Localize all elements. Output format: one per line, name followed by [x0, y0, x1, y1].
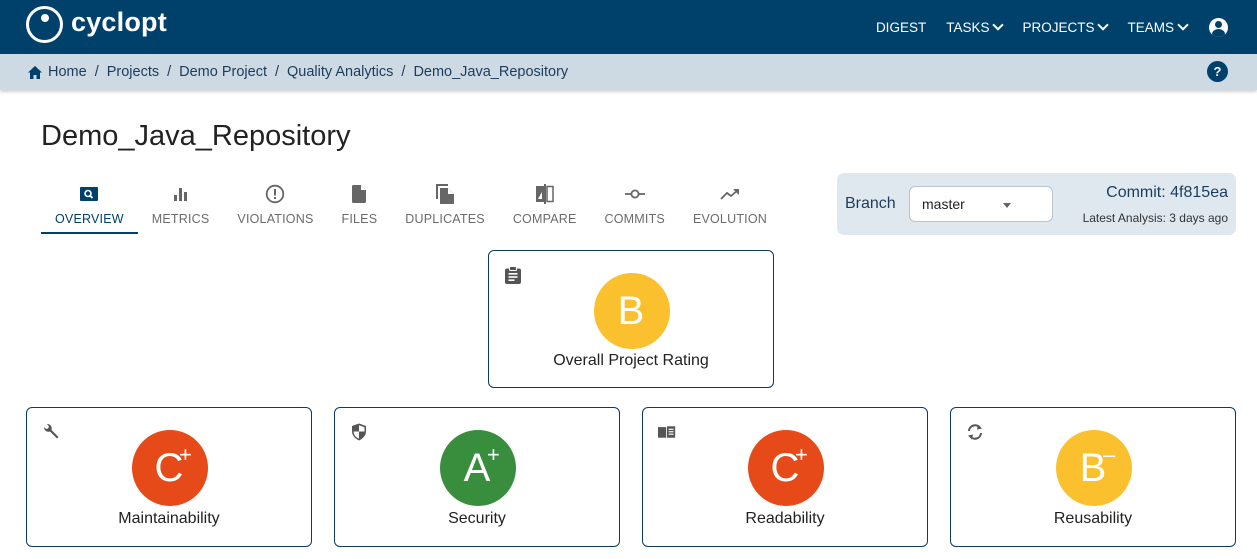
shield-icon — [352, 423, 366, 441]
page-title: Demo_Java_Repository — [41, 120, 351, 152]
clipboard-icon — [505, 266, 521, 284]
repository-tabs: OVERVIEW METRICS VIOLATIONS FILES DUPLIC… — [41, 180, 781, 236]
breadcrumb-separator: / — [94, 64, 99, 80]
tab-overview[interactable]: OVERVIEW — [41, 180, 138, 234]
maintainability-card[interactable]: C + Maintainability — [26, 407, 312, 547]
tab-label: COMPARE — [512, 212, 577, 226]
breadcrumb-separator: / — [401, 64, 406, 80]
logo[interactable]: cyclopt — [26, 6, 167, 43]
rating-label: Reusability — [1053, 510, 1133, 527]
commit-hash[interactable]: 4f815ea — [1170, 184, 1228, 201]
tab-label: VIOLATIONS — [237, 212, 314, 226]
nav-teams[interactable]: TEAMS — [1127, 18, 1189, 35]
breadcrumb-home[interactable]: Home — [48, 64, 87, 80]
branch-selected-value: master — [922, 196, 965, 212]
branch-label: Branch — [845, 195, 896, 212]
compare-icon — [535, 183, 554, 205]
reusability-card[interactable]: B – Reusability — [950, 407, 1236, 547]
grade-modifier: + — [179, 442, 192, 467]
nav-tasks-label: TASKS — [946, 19, 990, 35]
nav-digest[interactable]: DIGEST — [876, 20, 926, 35]
grade-badge: C + — [132, 430, 208, 506]
tab-duplicates[interactable]: DUPLICATES — [391, 180, 499, 234]
nav-projects-label: PROJECTS — [1022, 19, 1095, 35]
overall-rating-card[interactable]: B Overall Project Rating — [488, 250, 774, 388]
nav-tasks[interactable]: TASKS — [946, 18, 1005, 35]
commit-label: Commit: — [1106, 184, 1166, 201]
breadcrumb-separator: / — [274, 64, 280, 80]
alert-circle-icon — [265, 183, 285, 205]
help-icon[interactable]: ? — [1207, 61, 1228, 82]
grade-modifier: – — [1103, 442, 1116, 467]
trending-up-icon — [720, 183, 740, 205]
copy-icon — [436, 183, 455, 205]
rating-label: Readability — [745, 510, 825, 527]
top-navbar: cyclopt DIGEST TASKS PROJECTS TEAMS — [0, 0, 1257, 54]
grade-badge: A + — [440, 430, 516, 506]
commit-info: Commit: 4f815ea — [1106, 184, 1228, 202]
tab-metrics[interactable]: METRICS — [138, 180, 224, 234]
book-icon — [658, 426, 676, 438]
chevron-down-icon — [1097, 18, 1110, 31]
tab-label: FILES — [341, 212, 378, 226]
breadcrumb-repository[interactable]: Demo_Java_Repository — [413, 64, 568, 80]
tab-commits[interactable]: COMMITS — [591, 180, 679, 234]
tab-evolution[interactable]: EVOLUTION — [679, 180, 781, 234]
wrench-icon — [43, 423, 59, 439]
commit-icon — [624, 183, 645, 205]
logo-text: cyclopt — [71, 7, 167, 37]
breadcrumb: Home / Projects / Demo Project / Quality… — [28, 54, 568, 90]
breadcrumb-quality-analytics[interactable]: Quality Analytics — [287, 64, 393, 80]
grade-modifier: + — [795, 442, 808, 467]
tab-label: COMMITS — [604, 212, 665, 226]
rating-label: Overall Project Rating — [553, 352, 709, 369]
search-icon — [80, 183, 99, 205]
caret-down-icon — [1003, 203, 1011, 208]
tab-label: METRICS — [151, 212, 210, 226]
rating-label: Security — [448, 510, 506, 527]
bar-chart-icon — [173, 183, 189, 205]
branch-panel: Branch master Commit: 4f815ea Latest Ana… — [837, 173, 1236, 235]
nav-digest-label: DIGEST — [875, 19, 927, 35]
branch-select[interactable]: master — [909, 186, 1053, 222]
home-icon — [28, 65, 42, 79]
breadcrumb-separator: / — [167, 64, 172, 80]
latest-analysis: Latest Analysis: 3 days ago — [1082, 211, 1228, 225]
breadcrumb-projects[interactable]: Projects — [107, 64, 159, 80]
account-circle-icon[interactable] — [1209, 17, 1228, 37]
grade-badge: B — [594, 273, 670, 349]
tab-label: EVOLUTION — [692, 212, 767, 226]
breadcrumb-demo-project[interactable]: Demo Project — [179, 64, 267, 80]
chevron-down-icon — [1177, 18, 1189, 31]
grade-letter: B — [617, 289, 645, 333]
nav-teams-label: TEAMS — [1127, 19, 1174, 35]
security-card[interactable]: A + Security — [334, 407, 620, 547]
grade-modifier: + — [487, 442, 500, 467]
rating-label: Maintainability — [118, 510, 220, 527]
tab-label: OVERVIEW — [55, 212, 124, 226]
cyclopt-logo-icon — [26, 6, 63, 43]
main-nav: DIGEST TASKS PROJECTS TEAMS — [876, 0, 1257, 54]
file-icon — [352, 183, 367, 205]
tab-label: DUPLICATES — [405, 212, 485, 226]
grade-badge: B – — [1056, 430, 1132, 506]
breadcrumb-bar: Home / Projects / Demo Project / Quality… — [0, 54, 1257, 90]
nav-projects[interactable]: PROJECTS — [1022, 18, 1110, 35]
grade-badge: C + — [748, 430, 824, 506]
chevron-down-icon — [992, 18, 1005, 31]
tab-violations[interactable]: VIOLATIONS — [223, 180, 327, 234]
sync-icon — [968, 424, 982, 440]
tab-files[interactable]: FILES — [328, 180, 392, 234]
readability-card[interactable]: C + Readability — [642, 407, 928, 547]
tab-compare[interactable]: COMPARE — [499, 180, 591, 234]
